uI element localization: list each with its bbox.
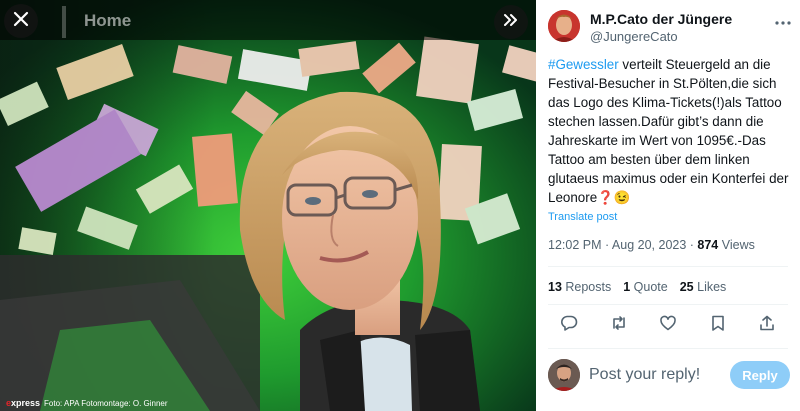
post-viewer: Home express Foto: APA Fotomontage: O. G… bbox=[0, 0, 800, 411]
post-actions-bar bbox=[548, 314, 788, 340]
author-avatar[interactable] bbox=[548, 10, 580, 42]
post-header: M.P.Cato der Jüngere @JungereCato bbox=[548, 10, 792, 44]
more-options-button[interactable] bbox=[774, 14, 792, 37]
share-button[interactable] bbox=[756, 314, 778, 336]
repost-button[interactable] bbox=[608, 314, 630, 336]
reply-composer: Reply bbox=[548, 357, 792, 393]
post-text-content: verteilt Steuergeld an die Festival-Besu… bbox=[548, 57, 789, 205]
post-timestamp[interactable]: 12:02 PM · Aug 20, 2023 · bbox=[548, 238, 697, 252]
engagement-stats: 13 Reposts 1 Quote 25 Likes bbox=[548, 280, 726, 294]
views-label: Views bbox=[718, 238, 755, 252]
views-count: 874 bbox=[697, 238, 719, 252]
share-icon bbox=[758, 314, 776, 337]
background-page-label: Home bbox=[84, 11, 132, 30]
repost-icon bbox=[610, 314, 628, 337]
post-text: #Gewessler verteilt Steuergeld an die Fe… bbox=[548, 55, 792, 207]
expand-sidebar-button[interactable] bbox=[494, 5, 528, 39]
reposts-stat[interactable]: 13 Reposts bbox=[548, 280, 611, 294]
reply-submit-button[interactable]: Reply bbox=[730, 361, 790, 389]
reply-button[interactable] bbox=[558, 314, 580, 336]
bookmark-button[interactable] bbox=[707, 314, 729, 336]
reply-icon bbox=[560, 314, 578, 337]
expand-icon bbox=[502, 11, 520, 34]
reply-input[interactable] bbox=[589, 363, 719, 387]
bookmark-icon bbox=[709, 314, 727, 337]
media-top-bar bbox=[0, 0, 536, 40]
user-avatar[interactable] bbox=[548, 359, 580, 391]
exxpress-logo: express bbox=[6, 398, 41, 408]
divider bbox=[548, 266, 788, 267]
divider bbox=[548, 304, 788, 305]
like-icon bbox=[659, 314, 677, 337]
post-metadata: 12:02 PM · Aug 20, 2023 · 874 Views bbox=[548, 238, 755, 252]
photo-credit: Foto: APA Fotomontage: O. Ginner bbox=[44, 398, 168, 408]
author-handle[interactable]: @JungereCato bbox=[590, 29, 678, 44]
photo-caption: express Foto: APA Fotomontage: O. Ginner bbox=[6, 398, 168, 408]
like-button[interactable] bbox=[657, 314, 679, 336]
hashtag-link[interactable]: #Gewessler bbox=[548, 57, 619, 72]
divider bbox=[548, 348, 788, 349]
more-icon bbox=[774, 19, 792, 36]
post-detail-panel: M.P.Cato der Jüngere @JungereCato #Gewes… bbox=[536, 0, 800, 411]
close-button[interactable] bbox=[4, 4, 38, 38]
translate-post-link[interactable]: Translate post bbox=[548, 211, 617, 223]
background-divider bbox=[62, 6, 66, 38]
likes-stat[interactable]: 25 Likes bbox=[680, 280, 727, 294]
media-panel[interactable]: Home express Foto: APA Fotomontage: O. G… bbox=[0, 0, 536, 411]
author-name[interactable]: M.P.Cato der Jüngere bbox=[590, 11, 732, 27]
post-photo bbox=[0, 0, 536, 411]
close-icon bbox=[12, 10, 30, 33]
quotes-stat[interactable]: 1 Quote bbox=[623, 280, 667, 294]
